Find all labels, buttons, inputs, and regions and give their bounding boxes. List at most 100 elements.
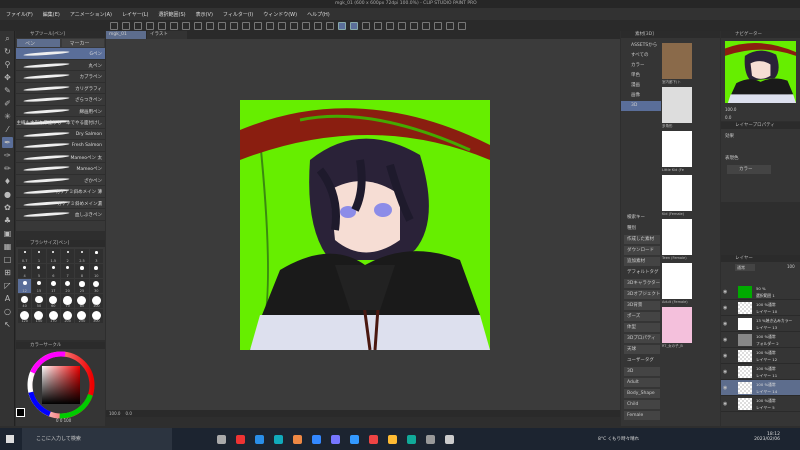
tag-button[interactable]: ポーズ (624, 312, 660, 321)
brush-size-item[interactable]: 100 (89, 294, 103, 308)
brush-item[interactable]: 丸ペン (16, 60, 105, 71)
brush-size-item[interactable]: 60 (46, 294, 60, 308)
eye-icon[interactable]: ◉ (723, 321, 727, 327)
toolbar-button[interactable] (254, 21, 262, 30)
tool-icon[interactable]: ✳ (2, 111, 13, 122)
layer-row[interactable]: ◉ 13 %焼き込みカラー レイヤー 13 (721, 316, 800, 332)
brush-size-item[interactable]: 6 (46, 264, 60, 278)
toolbar-button[interactable] (362, 21, 370, 30)
brush-size-item[interactable]: 20 (60, 279, 75, 293)
taskbar-app-icon[interactable] (293, 434, 302, 444)
tool-icon[interactable]: ● (2, 189, 13, 200)
toolbar-button[interactable] (242, 21, 250, 30)
taskbar-app-icon[interactable] (445, 434, 454, 444)
eye-icon[interactable]: ◉ (723, 369, 727, 375)
toolbar-button[interactable] (446, 21, 454, 30)
menu-item[interactable]: フィルター(I) (223, 11, 253, 18)
toolbar-button[interactable] (326, 21, 334, 30)
layer-row[interactable]: ◉ 50 % 選択範囲 1 (721, 284, 800, 300)
layer-row[interactable]: ◉ 100 %通常 レイヤー 14 (721, 380, 800, 396)
brush-item[interactable]: カブラペン (16, 71, 105, 83)
brush-size-item[interactable]: 80 (75, 294, 89, 308)
brush-size-item[interactable]: 2.5 (75, 249, 89, 263)
eye-icon[interactable]: ◉ (723, 289, 727, 295)
menu-item[interactable]: 編集(E) (43, 11, 60, 18)
brush-size-item[interactable]: 8 (75, 264, 89, 278)
material-item[interactable]: Little Kid (Fe (662, 131, 692, 172)
toolbar-button[interactable] (182, 21, 190, 30)
brush-size-item[interactable]: 10 (89, 264, 103, 278)
tag-button[interactable]: 3D (624, 367, 660, 376)
navigator-angle[interactable]: 0.0 (725, 115, 731, 120)
brush-size-item[interactable]: 150 (32, 309, 46, 323)
toolbar-button[interactable] (338, 21, 346, 30)
taskbar-app-icon[interactable] (217, 434, 226, 444)
brush-size-item[interactable]: 0.7 (18, 249, 32, 263)
tab-document-2[interactable]: イラスト (147, 31, 187, 39)
taskbar-app-icon[interactable] (388, 434, 397, 444)
tag-button[interactable]: 天球 (624, 345, 660, 354)
brush-item[interactable]: Gペン (16, 48, 105, 60)
tag-button[interactable]: 3D背景 (624, 301, 660, 310)
tag-button[interactable]: Female (624, 411, 660, 420)
material-item[interactable]: Adult (Female) (662, 263, 692, 304)
toolbar-button[interactable] (194, 21, 202, 30)
expression-color-select[interactable]: カラー (727, 165, 771, 174)
taskbar-app-icon[interactable] (274, 434, 283, 444)
main-color-swatch[interactable] (16, 408, 25, 417)
brush-size-item[interactable]: 12 (18, 279, 32, 293)
toolbar-button[interactable] (206, 21, 214, 30)
brush-item[interactable]: ざかペン (16, 175, 105, 186)
brush-item[interactable]: Mameoペン (16, 163, 105, 175)
tool-icon[interactable]: ✐ (2, 98, 13, 109)
brush-size-item[interactable]: 1.5 (46, 249, 60, 263)
brush-item[interactable]: Mameoペン 太 (16, 152, 105, 163)
brush-item[interactable]: 綿画用ペン (16, 106, 105, 117)
tag-button[interactable]: Child (624, 400, 660, 409)
toolbar-button[interactable] (386, 21, 394, 30)
brush-size-item[interactable]: 70 (60, 294, 75, 308)
tab-marker[interactable]: マーカー (61, 39, 104, 47)
brush-size-item[interactable]: 4 (18, 264, 32, 278)
toolbar-button[interactable] (134, 21, 142, 30)
tool-icon[interactable]: ↻ (2, 46, 13, 57)
toolbar-button[interactable] (458, 21, 466, 30)
taskbar-app-icon[interactable] (236, 434, 245, 444)
tag-button[interactable]: 体型 (624, 323, 660, 332)
tool-icon[interactable]: ⌕ (2, 33, 13, 44)
toolbar-button[interactable] (278, 21, 286, 30)
menu-item[interactable]: ヘルプ(H) (307, 11, 330, 18)
layer-row[interactable]: ◉ 100 %通常 レイヤー 5 (721, 396, 800, 412)
tab-document[interactable]: mgk_01 (106, 31, 146, 39)
brush-item[interactable]: 主線も水彩も厚塗りも一本でやる面付けし (16, 117, 105, 129)
tag-button[interactable]: ダウンロード (624, 246, 660, 255)
toolbar-button[interactable] (290, 21, 298, 30)
taskbar-app-icon[interactable] (312, 434, 321, 444)
brush-size-item[interactable]: 2 (60, 249, 75, 263)
tool-icon[interactable]: □ (2, 254, 13, 265)
weather-widget[interactable]: 8°C くもり時々晴れ (598, 436, 639, 442)
toolbar-button[interactable] (122, 21, 130, 30)
brush-size-item[interactable]: 3 (89, 249, 103, 263)
tool-icon[interactable]: ▦ (2, 241, 13, 252)
brush-size-item[interactable]: 5 (32, 264, 46, 278)
eye-icon[interactable]: ◉ (723, 337, 727, 343)
tag-button[interactable]: 3Dキャラクター (624, 279, 660, 288)
tool-icon[interactable]: ✏ (2, 163, 13, 174)
toolbar-button[interactable] (422, 21, 430, 30)
toolbar-button[interactable] (410, 21, 418, 30)
tag-button[interactable]: Adult (624, 378, 660, 387)
toolbar-button[interactable] (302, 21, 310, 30)
tool-icon[interactable]: ✿ (2, 202, 13, 213)
taskbar-app-icon[interactable] (369, 434, 378, 444)
tag-button[interactable]: 3Dプロパティ (624, 334, 660, 343)
tool-icon[interactable]: ○ (2, 306, 13, 317)
layer-row[interactable]: ◉ 100 %通常 レイヤー 11 (721, 364, 800, 380)
navigator-zoom[interactable]: 100.0 (725, 107, 736, 112)
toolbar-button[interactable] (350, 21, 358, 30)
taskbar-app-icon[interactable] (331, 434, 340, 444)
tool-icon[interactable]: ▣ (2, 228, 13, 239)
brush-item[interactable]: Dry Salmon (16, 129, 105, 140)
illustration-canvas[interactable] (240, 100, 490, 350)
brush-size-item[interactable]: 170 (46, 309, 60, 323)
